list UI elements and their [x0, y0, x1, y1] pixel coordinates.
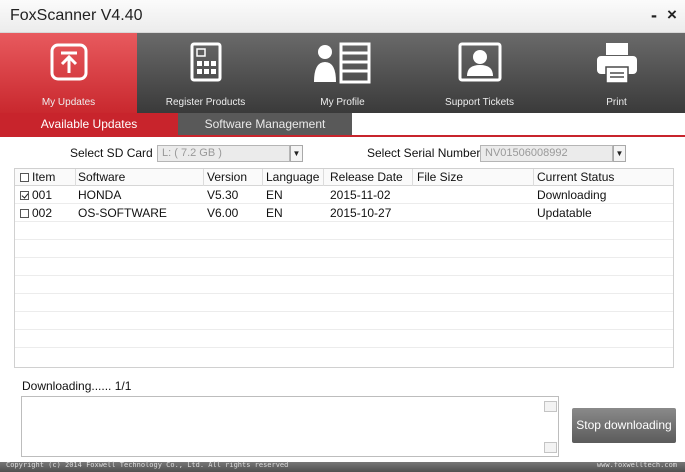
table-row[interactable]: 001 HONDA V5.30 EN 2015-11-02 Downloadin…	[15, 187, 673, 204]
empty-row	[15, 223, 673, 240]
scroll-up-icon[interactable]	[544, 401, 557, 412]
row-language: EN	[266, 206, 283, 220]
sd-card-label: Select SD Card	[70, 146, 153, 160]
header-item[interactable]: Item	[20, 169, 55, 186]
row-item: 001	[32, 188, 53, 202]
profile-list-icon	[313, 42, 373, 89]
toolbar-support-tickets[interactable]: Support Tickets	[411, 33, 548, 113]
app-title: FoxScanner V4.40	[10, 7, 143, 24]
row-status: Downloading	[537, 188, 607, 202]
empty-row	[15, 313, 673, 330]
toolbar-label: Support Tickets	[445, 97, 514, 108]
header-current-status: Current Status	[537, 170, 615, 184]
row-version: V5.30	[207, 188, 239, 202]
row-version: V6.00	[207, 206, 239, 220]
column-divider	[262, 169, 263, 186]
column-divider	[533, 169, 534, 186]
minimize-button[interactable]: -	[645, 3, 663, 27]
tab-software-management[interactable]: Software Management	[178, 113, 352, 135]
header-item-label: Item	[32, 170, 56, 184]
tab-underline	[0, 135, 685, 137]
scroll-down-icon[interactable]	[544, 442, 557, 453]
footer-bar: Copyright (c) 2014 Foxwell Technology Co…	[0, 461, 685, 472]
stop-downloading-button[interactable]: Stop downloading	[572, 408, 676, 443]
table-row[interactable]: 002 OS-SOFTWARE V6.00 EN 2015-10-27 Upda…	[15, 205, 673, 222]
row-checkbox[interactable]	[20, 209, 29, 218]
download-status: Downloading...... 1/1	[22, 379, 132, 393]
row-checkbox[interactable]	[20, 191, 29, 200]
row-release-date: 2015-10-27	[330, 206, 392, 220]
row-software: HONDA	[78, 188, 122, 202]
updates-table: Item Software Version Language Release D…	[14, 168, 674, 368]
toolbar-my-updates[interactable]: My Updates	[0, 33, 137, 113]
serial-number-select[interactable]: NV01506008992	[480, 145, 613, 162]
empty-row	[15, 241, 673, 258]
header-file-size: File Size	[417, 170, 464, 184]
select-all-checkbox[interactable]	[20, 173, 29, 182]
toolbar-label: My Profile	[320, 97, 365, 108]
toolbar-label: Print	[606, 97, 627, 108]
title-bar: FoxScanner V4.40 - ×	[0, 0, 685, 33]
empty-row	[15, 259, 673, 276]
serial-number-label: Select Serial Number	[367, 146, 481, 160]
toolbar-print[interactable]: Print	[548, 33, 685, 113]
chevron-down-icon[interactable]: ▼	[290, 145, 303, 162]
row-status: Updatable	[537, 206, 592, 220]
toolbar-register-products[interactable]: Register Products	[137, 33, 274, 113]
download-box-icon	[49, 42, 89, 87]
register-device-icon	[188, 42, 224, 87]
header-language: Language	[266, 170, 320, 184]
chevron-down-icon[interactable]: ▼	[613, 145, 626, 162]
log-output[interactable]	[21, 396, 559, 457]
row-release-date: 2015-11-02	[330, 188, 391, 202]
row-software: OS-SOFTWARE	[78, 206, 167, 220]
main-toolbar: My Updates Register Products My Profile	[0, 33, 685, 113]
website-link[interactable]: www.foxwelltech.com	[597, 461, 677, 469]
empty-row	[15, 295, 673, 312]
header-release-date: Release Date	[330, 170, 403, 184]
printer-icon	[595, 42, 639, 89]
column-divider	[203, 169, 204, 186]
column-divider	[75, 169, 76, 186]
column-divider	[323, 169, 324, 186]
close-button[interactable]: ×	[663, 3, 681, 27]
table-header: Item Software Version Language Release D…	[15, 169, 673, 186]
tab-available-updates[interactable]: Available Updates	[0, 113, 178, 135]
toolbar-my-profile[interactable]: My Profile	[274, 33, 411, 113]
copyright-text: Copyright (c) 2014 Foxwell Technology Co…	[6, 461, 289, 469]
toolbar-label: Register Products	[165, 97, 246, 108]
sd-card-select[interactable]: L: ( 7.2 GB )	[157, 145, 290, 162]
empty-row	[15, 277, 673, 294]
header-software: Software	[78, 170, 126, 184]
tab-bar: Available Updates Software Management	[0, 113, 685, 135]
row-language: EN	[266, 188, 283, 202]
support-person-icon	[458, 42, 502, 87]
column-divider	[412, 169, 413, 186]
header-version: Version	[207, 170, 248, 184]
empty-row	[15, 331, 673, 348]
row-item: 002	[32, 206, 53, 220]
toolbar-label: My Updates	[41, 97, 96, 108]
